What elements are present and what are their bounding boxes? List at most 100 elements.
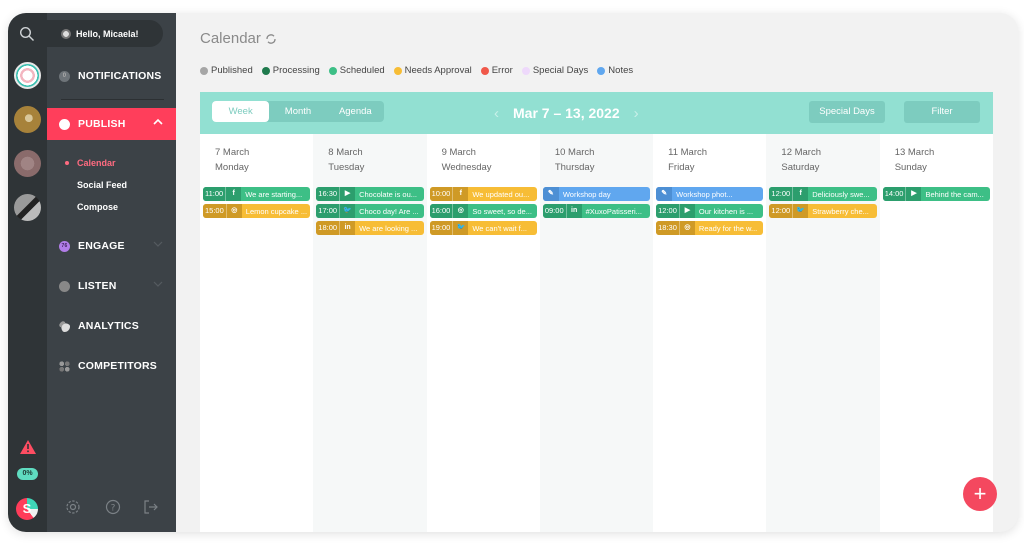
calendar-event[interactable]: 10:00 f We updated ou... [429, 187, 537, 201]
warning-icon[interactable] [20, 440, 36, 454]
app-window: 0% S Hello, Micaela! 0 NOTIFICATIONS PUB… [8, 13, 1018, 532]
legend-item: Special Days [521, 65, 588, 76]
account-avatar-3[interactable] [14, 150, 41, 177]
notification-count-icon: 0 [59, 70, 70, 82]
legend-item: Published [200, 65, 253, 76]
calendar-event[interactable]: 09:00 in #XuxoPatisseri... [542, 204, 651, 218]
instagram-icon: ◎ [678, 221, 695, 235]
day-column[interactable]: 9 March Wednesday 10:00 f We updated ou... 16… [427, 134, 540, 532]
day-events: 14:00 ▶ Behind the cam... [882, 187, 990, 201]
day-header: 11 March Friday [653, 134, 766, 175]
event-text: So sweet, so de... [472, 206, 532, 216]
event-text: Our kitchen is ... [698, 206, 754, 216]
day-header: 7 March Monday [200, 134, 313, 175]
filter-button[interactable]: Filter [904, 101, 980, 123]
add-post-button[interactable]: + [963, 477, 997, 511]
day-date: 10 March [554, 147, 595, 158]
event-time: 09:00 [542, 204, 566, 218]
main-menu: Hello, Micaela! 0 NOTIFICATIONS PUBLISH … [47, 13, 176, 532]
submenu-compose[interactable]: Compose [77, 202, 118, 212]
event-time: 12:00 [769, 187, 793, 201]
submenu-social-feed[interactable]: Social Feed [77, 180, 127, 190]
calendar-event[interactable]: 18:30 ◎ Ready for the w... [656, 221, 764, 235]
greeting-text: Hello, Micaela! [76, 28, 139, 39]
calendar-event[interactable]: 16:00 ◎ So sweet, so de... [429, 204, 537, 218]
calendar-event[interactable]: 12:00 ▶ Our kitchen is ... [656, 204, 764, 218]
chevron-left-icon[interactable]: ‹ [494, 105, 499, 122]
calendar-event[interactable]: ✎ Workshop phot... [656, 187, 764, 201]
calendar-event[interactable]: 12:00 f Deliciously swe... [769, 187, 877, 201]
linkedin-icon: in [565, 204, 582, 218]
menu-item-notifications[interactable]: 0 NOTIFICATIONS [47, 60, 176, 92]
menu-divider [61, 99, 164, 100]
event-time: 19:00 [429, 221, 453, 235]
view-week-button[interactable]: Week [212, 101, 270, 122]
chevron-up-icon[interactable] [153, 117, 163, 127]
account-avatar-2[interactable] [14, 106, 41, 133]
day-weekday: Wednesday [441, 162, 492, 173]
menu-item-publish[interactable]: PUBLISH [47, 108, 176, 140]
menu-item-competitors[interactable]: COMPETITORS [47, 350, 176, 382]
submenu-calendar[interactable]: Calendar [77, 158, 116, 168]
day-column[interactable]: 10 March Thursday ✎ Workshop day 09:00 in #Xux… [539, 134, 654, 532]
analytics-icon [59, 320, 70, 332]
view-agenda-button[interactable]: Agenda [327, 101, 384, 122]
instagram-icon: ◎ [225, 204, 242, 218]
calendar-event[interactable]: 19:00 🐦 We can't wait f... [429, 221, 537, 235]
event-text: Deliciously swe... [812, 189, 870, 199]
week-grid: 7 March Monday 11:00 f We are starting... 15:… [200, 134, 993, 532]
chevron-down-icon[interactable] [153, 279, 163, 289]
day-date: 8 March [328, 147, 363, 158]
calendar-event[interactable]: 16:30 ▶ Chocolate is ou... [316, 187, 424, 201]
day-header: 13 March Sunday [880, 134, 993, 175]
calendar-event[interactable]: 11:00 f We are starting... [203, 187, 311, 201]
day-events: 10:00 f We updated ou... 16:00 ◎ So sweet, so… [429, 187, 537, 235]
legend-label: Error [491, 65, 513, 76]
event-time: 18:30 [656, 221, 679, 235]
menu-item-listen[interactable]: LISTEN [47, 270, 176, 302]
special-days-button[interactable]: Special Days [809, 101, 885, 123]
menu-item-engage[interactable]: 76 ENGAGE [47, 230, 176, 262]
calendar-event[interactable]: 14:00 ▶ Behind the cam... [882, 187, 990, 201]
account-avatar-1[interactable] [14, 62, 41, 89]
day-weekday: Sunday [894, 162, 927, 173]
search-icon[interactable] [19, 26, 35, 42]
legend-label: Published [211, 65, 253, 76]
day-column[interactable]: 7 March Monday 11:00 f We are starting... 15:… [200, 134, 313, 532]
day-header: 10 March Thursday [540, 134, 653, 175]
calendar-event[interactable]: ✎ Workshop day [542, 187, 651, 201]
chevron-down-icon[interactable] [153, 239, 163, 249]
user-greeting[interactable]: Hello, Micaela! [47, 20, 163, 47]
event-text: We are starting... [245, 189, 303, 199]
calendar-event[interactable]: 17:00 🐦 Choco day! Are ... [316, 204, 424, 218]
event-time: 16:00 [429, 204, 453, 218]
day-column[interactable]: 12 March Saturday 12:00 f Deliciously swe...… [766, 134, 880, 532]
event-time: 18:00 [316, 221, 340, 235]
calendar-event[interactable]: 12:00 🐦 Strawberry che... [769, 204, 877, 218]
chevron-right-icon[interactable]: › [634, 105, 639, 122]
day-column[interactable]: 8 March Tuesday 16:30 ▶ Chocolate is ou... 17… [313, 134, 427, 532]
day-column[interactable]: 13 March Sunday 14:00 ▶ Behind the cam... [880, 134, 993, 532]
help-icon[interactable]: ? [105, 499, 121, 515]
calendar-event[interactable]: 15:00 ◎ Lemon cupcake ... [203, 204, 311, 218]
engage-count-icon: 76 [59, 240, 70, 252]
event-time: 16:30 [316, 187, 340, 201]
brand-logo: S [16, 498, 38, 520]
instagram-icon: ◎ [452, 204, 469, 218]
calendar-event[interactable]: 18:00 in We are looking ... [316, 221, 424, 235]
menu-item-analytics[interactable]: ANALYTICS [47, 310, 176, 342]
day-events: ✎ Workshop phot... 12:00 ▶ Our kitchen is ..… [656, 187, 764, 235]
progress-badge: 0% [17, 468, 38, 480]
day-date: 7 March [215, 147, 250, 158]
view-month-button[interactable]: Month [269, 101, 326, 122]
logout-icon[interactable] [143, 499, 159, 515]
twitter-icon: 🐦 [452, 221, 469, 235]
day-column[interactable]: 11 March Friday ✎ Workshop phot... 12:00 ▶ Our… [653, 134, 766, 532]
gear-icon[interactable] [65, 499, 81, 515]
account-rail: 0% S [8, 13, 47, 532]
legend-item: Processing [261, 65, 320, 76]
refresh-icon[interactable] [265, 33, 277, 45]
brand-letter: S [22, 501, 32, 516]
menu-label: PUBLISH [78, 118, 126, 130]
account-avatar-4[interactable] [14, 194, 41, 221]
